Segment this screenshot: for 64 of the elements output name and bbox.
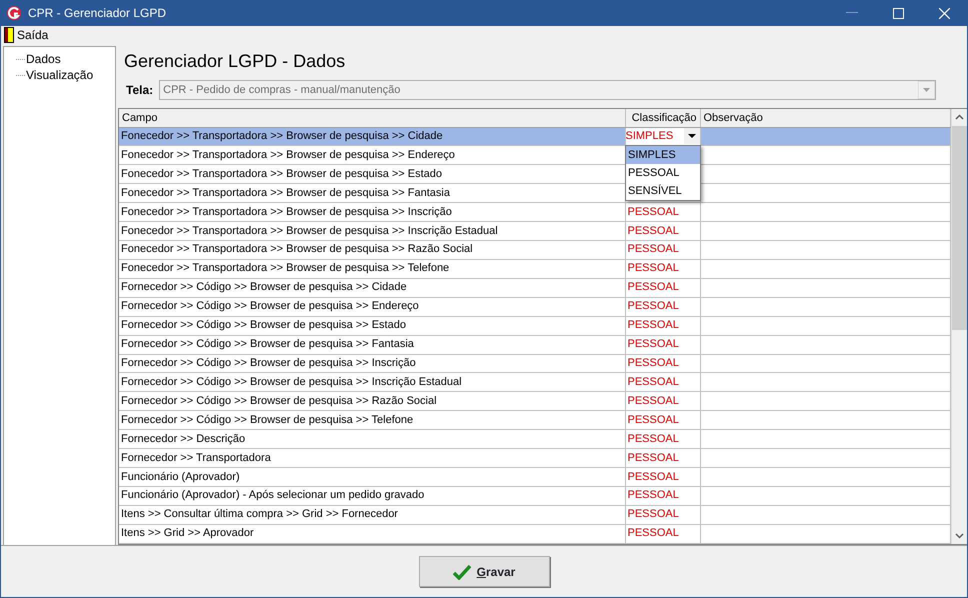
checkmark-icon xyxy=(452,564,471,580)
table-cell: PESSOAL xyxy=(625,278,700,298)
table-cell: PESSOAL xyxy=(625,372,700,392)
table-cell: PESSOAL xyxy=(625,259,700,278)
table-cell: Fornecedor >> Código >> Browser de pesquisa >> Razão Social xyxy=(119,392,625,411)
page-heading: Gerenciador LGPD - Dados xyxy=(124,50,346,73)
table-cell: Fornecedor >> Código >> Browser de pesquisa >> Endereço xyxy=(119,297,625,316)
dropdown-option[interactable]: SIMPLES xyxy=(626,146,700,164)
table-cell: PESSOAL xyxy=(625,297,700,316)
caret-icon xyxy=(684,128,700,144)
field-label: Tela: xyxy=(126,82,154,99)
table-cell: PESSOAL xyxy=(625,468,700,487)
table-cell: Itens >> Consultar última compra >> Grid >> Fornecedor xyxy=(119,505,625,524)
table-cell: Fornecedor >> Código >> Browser de pesquisa >> Inscrição xyxy=(119,354,625,373)
table-cell: PESSOAL xyxy=(625,505,700,524)
table-cell: Fornecedor >> Código >> Browser de pesquisa >> Telefone xyxy=(119,410,625,430)
table-cell: Fonecedor >> Transportadora >> Browser de pesquisa >> Fantasia xyxy=(119,184,625,203)
window-title: CPR - Gerenciador LGPD xyxy=(28,5,166,22)
table-cell: PESSOAL xyxy=(625,335,700,354)
dropdown-option[interactable]: PESSOAL xyxy=(626,164,700,182)
app-logo-icon xyxy=(6,5,22,21)
caret-icon xyxy=(918,81,936,99)
tree-item[interactable]: Dados xyxy=(26,50,61,68)
scrollbar[interactable] xyxy=(950,109,966,544)
table-cell: PESSOAL xyxy=(625,202,700,222)
tree-item[interactable]: Visualização xyxy=(26,66,94,84)
table-cell: Fornecedor >> Descrição xyxy=(119,430,625,449)
table-cell: Fornecedor >> Código >> Browser de pesquisa >> Inscrição Estadual xyxy=(119,372,625,392)
classification-editor[interactable]: SIMPLES xyxy=(626,128,700,145)
scrollbar-thumb[interactable] xyxy=(952,126,966,330)
table-cell: PESSOAL xyxy=(625,410,700,430)
table-cell: Fornecedor >> Transportadora xyxy=(119,448,625,468)
table-cell: Funcionário (Aprovador) xyxy=(119,468,625,487)
table-cell: Itens >> Grid >> Aprovador xyxy=(119,524,625,544)
dropdown-option[interactable]: SENSÍVEL xyxy=(626,182,700,200)
column-header[interactable]: Classificação xyxy=(625,109,700,127)
table-cell: Fonecedor >> Transportadora >> Browser de pesquisa >> Inscrição Estadual xyxy=(119,222,625,241)
column-header[interactable]: Campo xyxy=(119,109,625,127)
table-cell: Fonecedor >> Transportadora >> Browser de pesquisa >> Endereço xyxy=(119,146,625,165)
table-cell: PESSOAL xyxy=(625,240,700,260)
table-cell: Fonecedor >> Transportadora >> Browser de pesquisa >> Razão Social xyxy=(119,240,625,260)
table-cell: Funcionário (Aprovador) - Após selecionar um pedido gravado xyxy=(119,486,625,506)
table-cell: PESSOAL xyxy=(625,354,700,373)
table-cell: Fornecedor >> Código >> Browser de pesquisa >> Fantasia xyxy=(119,335,625,354)
table-cell: PESSOAL xyxy=(625,222,700,241)
close-icon xyxy=(938,8,950,18)
table-cell: Fonecedor >> Transportadora >> Browser de pesquisa >> Cidade xyxy=(119,127,625,146)
table-cell: Fornecedor >> Código >> Browser de pesquisa >> Estado xyxy=(119,316,625,336)
table-cell: Fornecedor >> Código >> Browser de pesquisa >> Cidade xyxy=(119,278,625,298)
table-cell: PESSOAL xyxy=(625,448,700,468)
maximize-icon xyxy=(892,8,904,18)
table-cell: PESSOAL xyxy=(625,430,700,449)
exit-door-icon xyxy=(4,27,14,43)
table-cell: Fonecedor >> Transportadora >> Browser de pesquisa >> Inscrição xyxy=(119,202,625,222)
table-cell: PESSOAL xyxy=(625,316,700,336)
table-cell: PESSOAL xyxy=(625,486,700,506)
menu-item[interactable]: Saída xyxy=(17,26,48,44)
table-cell: Fonecedor >> Transportadora >> Browser de pesquisa >> Estado xyxy=(119,164,625,184)
table-cell: PESSOAL xyxy=(625,524,700,544)
column-header[interactable]: Observação xyxy=(700,109,950,127)
table-cell: PESSOAL xyxy=(625,392,700,411)
table-cell: Fonecedor >> Transportadora >> Browser de pesquisa >> Telefone xyxy=(119,259,625,278)
save-button[interactable]: Gravar xyxy=(418,556,550,587)
minimize-icon xyxy=(846,12,858,14)
